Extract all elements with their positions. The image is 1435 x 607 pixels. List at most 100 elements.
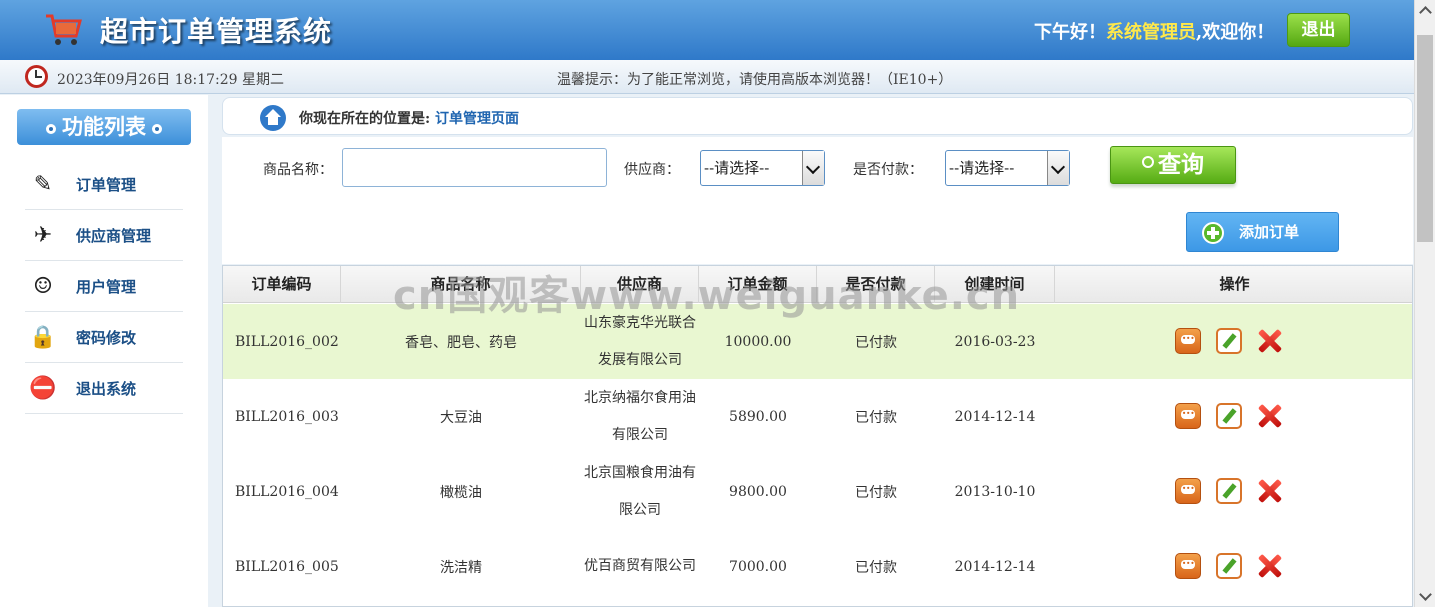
amount-cell: 7000.00 <box>729 558 787 575</box>
view-icon[interactable] <box>1175 328 1201 354</box>
amount-cell: 10000.00 <box>724 333 792 350</box>
row-actions <box>1173 553 1285 581</box>
product-name-label: 商品名称： <box>263 162 333 178</box>
scroll-up-icon[interactable] <box>1415 0 1435 20</box>
column-header: 订单金额 <box>699 266 817 303</box>
row-actions <box>1173 478 1285 506</box>
lock-icon: 🔒 <box>29 325 57 350</box>
paid-status-select-value: --请选择-- <box>949 159 1015 177</box>
amount-cell: 9800.00 <box>729 483 787 500</box>
supplier-icon: ✈ <box>33 223 53 248</box>
created-date-cell: 2014-12-14 <box>954 558 1036 575</box>
row-actions <box>1173 328 1285 356</box>
sidebar-item-suppliers[interactable]: ✈ 供应商管理 <box>25 210 183 261</box>
info-bar: 2023年09月26日 18:17:29 星期二 温馨提示：为了能正常浏览，请使… <box>0 60 1414 94</box>
welcome-text: ,欢迎你！ <box>1196 22 1275 43</box>
provider-label: 供应商： <box>624 162 680 178</box>
username: 系统管理员 <box>1106 22 1196 43</box>
breadcrumb-current: 订单管理页面 <box>435 111 520 127</box>
users-icon: ☺ <box>33 274 53 299</box>
created-date-cell: 2016-03-23 <box>954 333 1036 350</box>
shopping-cart-icon <box>46 14 82 45</box>
bullet-icon <box>46 123 56 134</box>
search-icon <box>1142 156 1154 168</box>
exit-icon: ⛔ <box>29 376 57 401</box>
query-button-label: 查询 <box>1158 151 1204 178</box>
column-header: 供应商 <box>581 266 699 303</box>
chevron-down-icon[interactable] <box>1047 151 1069 185</box>
greeting: 下午好！系统管理员,欢迎你！ <box>1034 18 1274 44</box>
column-header: 操作 <box>1219 275 1250 293</box>
column-header: 创建时间 <box>935 266 1055 303</box>
provider-select-value: --请选择-- <box>704 159 770 177</box>
paid-status-select[interactable]: --请选择-- <box>945 150 1070 186</box>
table-row: BILL2016_004 橄榄油 北京国粮食用油有限公司 9800.00 已付款… <box>223 454 1412 529</box>
paid-status-cell: 已付款 <box>855 484 897 501</box>
logout-button[interactable]: 退出 <box>1287 13 1350 47</box>
product-cell: 大豆油 <box>440 409 482 426</box>
created-date-cell: 2013-10-10 <box>954 483 1036 500</box>
delete-icon[interactable] <box>1256 403 1282 429</box>
provider-select[interactable]: --请选择-- <box>700 150 825 186</box>
column-header: 商品名称 <box>341 266 581 303</box>
paid-status-cell: 已付款 <box>855 409 897 426</box>
paid-status-label: 是否付款： <box>853 162 923 178</box>
query-button[interactable]: 查询 <box>1110 146 1236 184</box>
table-row: BILL2016_002 香皂、肥皂、药皂 山东豪克华光联合发展有限公司 100… <box>223 304 1412 379</box>
provider-cell: 北京纳福尔食用油有限公司 <box>584 389 696 443</box>
sidebar-item-orders[interactable]: ✎ 订单管理 <box>25 159 183 210</box>
paid-status-cell: 已付款 <box>855 334 897 351</box>
sidebar-item-label: 用户管理 <box>76 278 137 296</box>
order-code-cell: BILL2016_005 <box>235 558 339 575</box>
row-actions <box>1173 403 1285 431</box>
plus-icon <box>1202 222 1224 244</box>
sidebar-item-password[interactable]: 🔒 密码修改 <box>25 312 183 363</box>
scroll-down-icon[interactable] <box>1415 587 1435 607</box>
provider-cell: 优百商贸有限公司 <box>584 558 696 574</box>
product-cell: 香皂、肥皂、药皂 <box>405 334 517 351</box>
view-icon[interactable] <box>1175 478 1201 504</box>
table-row: BILL2016_005 洗洁精 优百商贸有限公司 7000.00 已付款 20… <box>223 529 1412 604</box>
sidebar-item-label: 订单管理 <box>76 176 137 194</box>
chevron-down-icon[interactable] <box>802 151 824 185</box>
sidebar: 功能列表 ✎ 订单管理 ✈ 供应商管理 ☺ 用户管理 🔒 密码修改 ⛔ 退出系统 <box>0 95 208 607</box>
scroll-thumb[interactable] <box>1417 35 1433 242</box>
column-header: 订单编码 <box>223 266 341 303</box>
sidebar-item-exit[interactable]: ⛔ 退出系统 <box>25 363 183 414</box>
orders-table: 订单编码 商品名称 供应商 订单金额 是否付款 创建时间 操作 BILL2016… <box>222 265 1413 607</box>
edit-icon[interactable] <box>1216 403 1242 429</box>
view-icon[interactable] <box>1175 403 1201 429</box>
product-cell: 洗洁精 <box>440 559 482 576</box>
clock-icon <box>25 65 48 88</box>
product-name-input[interactable] <box>342 148 607 187</box>
app-title: 超市订单管理系统 <box>100 15 333 48</box>
delete-icon[interactable] <box>1256 478 1282 504</box>
sidebar-title: 功能列表 <box>17 109 191 145</box>
add-order-label: 添加订单 <box>1239 223 1300 241</box>
sidebar-item-users[interactable]: ☺ 用户管理 <box>25 261 183 312</box>
provider-cell: 北京国粮食用油有限公司 <box>584 464 696 518</box>
delete-icon[interactable] <box>1256 328 1282 354</box>
edit-icon[interactable] <box>1216 328 1242 354</box>
sidebar-item-label: 退出系统 <box>76 380 137 398</box>
edit-icon[interactable] <box>1216 553 1242 579</box>
add-order-button[interactable]: 添加订单 <box>1186 212 1339 252</box>
table-row: BILL2016_003 大豆油 北京纳福尔食用油有限公司 5890.00 已付… <box>223 379 1412 454</box>
view-icon[interactable] <box>1175 553 1201 579</box>
greeting-text: 下午好！ <box>1034 22 1106 43</box>
order-code-cell: BILL2016_002 <box>235 333 339 350</box>
amount-cell: 5890.00 <box>729 408 787 425</box>
order-icon: ✎ <box>33 172 53 197</box>
sidebar-title-text: 功能列表 <box>62 114 146 139</box>
breadcrumb-text: 你现在所在的位置是: 订单管理页面 <box>299 108 519 128</box>
table-header: 订单编码 商品名称 供应商 订单金额 是否付款 创建时间 操作 <box>223 266 1412 303</box>
delete-icon[interactable] <box>1256 553 1282 579</box>
vertical-scrollbar[interactable] <box>1414 0 1435 607</box>
edit-icon[interactable] <box>1216 478 1242 504</box>
paid-status-cell: 已付款 <box>855 559 897 576</box>
created-date-cell: 2014-12-14 <box>954 408 1036 425</box>
app-header: 超市订单管理系统 下午好！系统管理员,欢迎你！ 退出 <box>0 0 1414 60</box>
breadcrumb: 你现在所在的位置是: 订单管理页面 <box>222 97 1413 135</box>
browser-tip: 温馨提示：为了能正常浏览，请使用高版本浏览器！（IE10+） <box>557 72 953 88</box>
order-code-cell: BILL2016_004 <box>235 483 339 500</box>
